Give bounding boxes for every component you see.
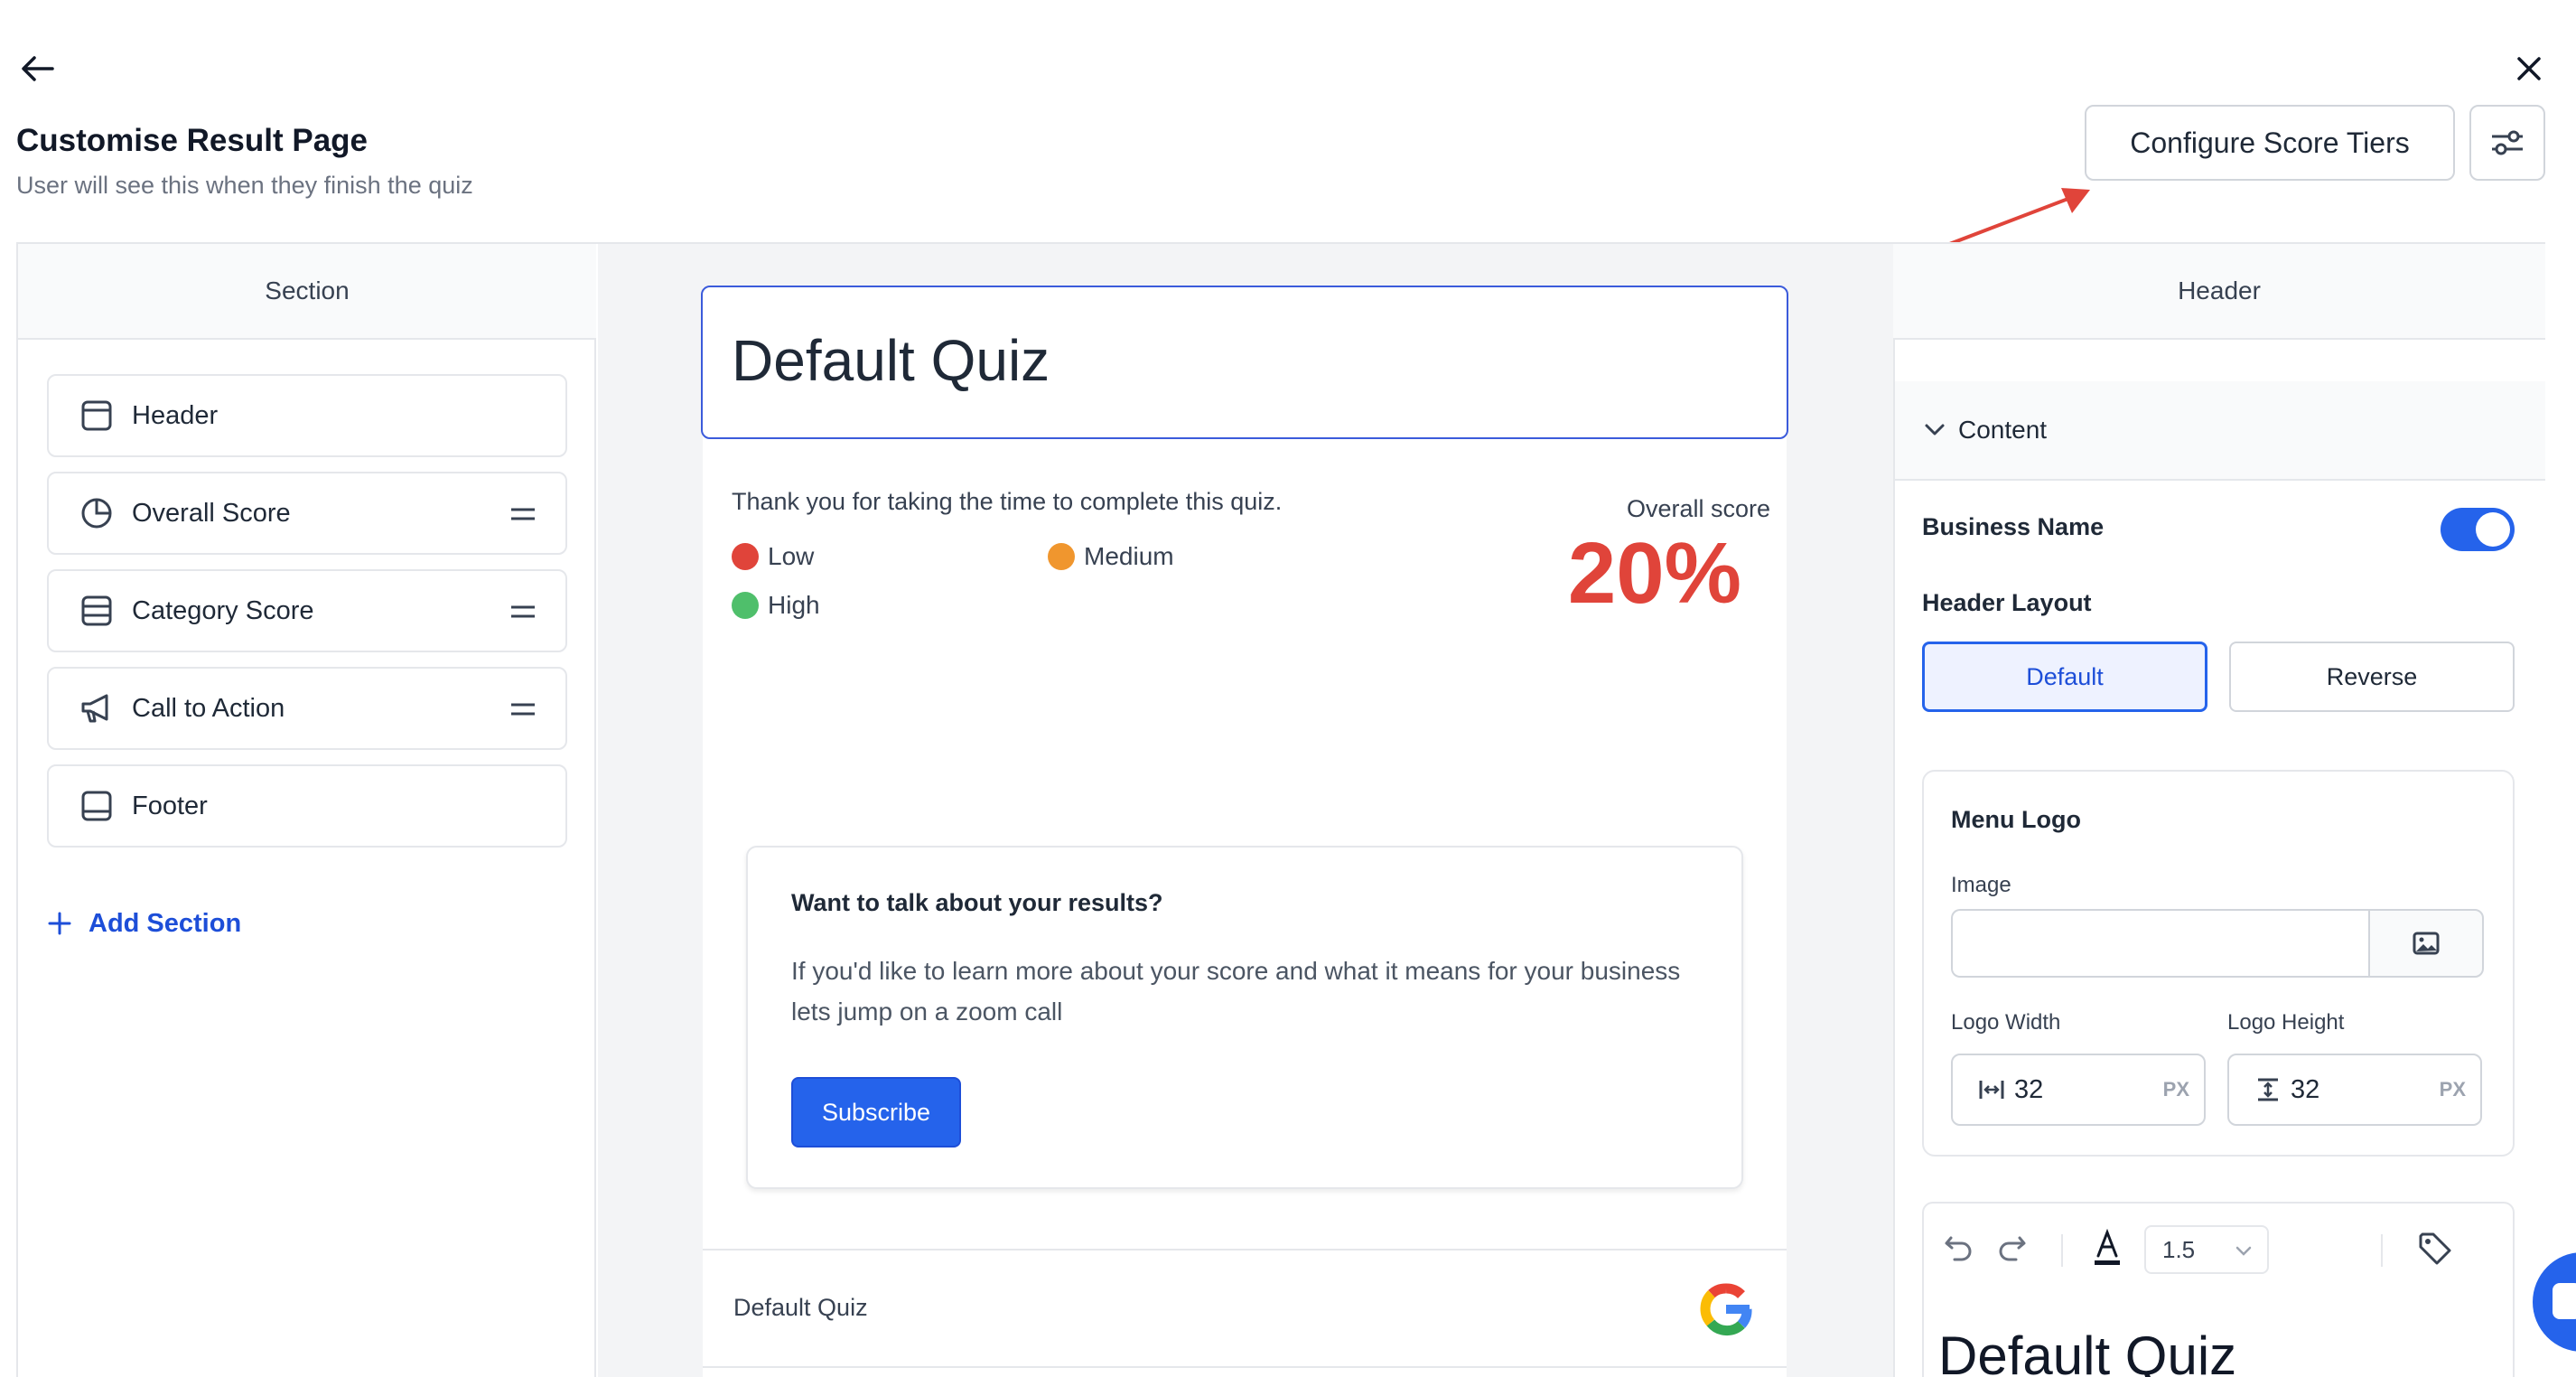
legend-label: High: [768, 591, 820, 619]
drag-handle-icon[interactable]: [509, 501, 537, 528]
section-item-overall-score[interactable]: Overall Score: [47, 472, 567, 555]
toolbar-separator: [2061, 1234, 2063, 1267]
settings-button[interactable]: [2469, 105, 2545, 181]
image-label: Image: [1951, 873, 2011, 897]
layout-rows-icon: [81, 595, 112, 626]
thank-you-text: Thank you for taking the time to complet…: [732, 488, 1283, 515]
logo-height-label: Logo Height: [2227, 1010, 2345, 1035]
back-button[interactable]: [14, 51, 61, 87]
megaphone-icon: [81, 694, 108, 723]
section-item-label: Overall Score: [132, 498, 291, 528]
line-height-select[interactable]: 1.5: [2144, 1225, 2269, 1274]
logo-height-input[interactable]: 32 PX: [2227, 1054, 2482, 1126]
section-item-footer[interactable]: Footer: [47, 764, 567, 848]
section-item-call-to-action[interactable]: Call to Action: [47, 667, 567, 750]
settings-panel-title: Header: [1893, 244, 2545, 340]
logo-width-input[interactable]: 32 PX: [1951, 1054, 2206, 1126]
add-section-label: Add Section: [89, 908, 242, 938]
logo-width-label: Logo Width: [1951, 1010, 2061, 1035]
legend-dot: [732, 543, 759, 570]
legend-label: Medium: [1084, 542, 1174, 570]
add-section-button[interactable]: Add Section: [47, 902, 241, 945]
layout-footer-icon: [81, 791, 112, 821]
overall-score-value: 20%: [1567, 525, 1741, 622]
section-item-header[interactable]: Header: [47, 374, 567, 457]
header-layout-label: Header Layout: [1922, 589, 2092, 616]
drag-handle-icon[interactable]: [509, 696, 537, 723]
unit-label: PX: [2439, 1078, 2466, 1101]
page-subtitle: User will see this when they finish the …: [16, 172, 473, 199]
tag-icon[interactable]: [2417, 1231, 2453, 1267]
layout-reverse-button[interactable]: Reverse: [2229, 642, 2515, 712]
chevron-down-icon: [2235, 1246, 2252, 1256]
close-icon: [2517, 57, 2541, 80]
section-item-label: Call to Action: [132, 693, 285, 723]
layout-header-icon: [81, 400, 112, 431]
chevron-down-icon: [1925, 424, 1945, 436]
toggle-knob: [2476, 512, 2510, 547]
content-label: Content: [1958, 416, 2048, 444]
cta-title: Want to talk about your results?: [791, 889, 1163, 916]
text-color-icon[interactable]: [2092, 1229, 2123, 1267]
chat-icon: [2553, 1283, 2576, 1319]
logo-width-value: 32: [2014, 1074, 2044, 1104]
google-icon: [1700, 1283, 1752, 1336]
line-height-value: 1.5: [2162, 1235, 2196, 1263]
logo-height-value: 32: [2291, 1074, 2320, 1104]
pie-chart-icon: [81, 498, 112, 529]
quiz-title: Default Quiz: [732, 328, 1050, 393]
section-panel-title: Section: [18, 244, 596, 340]
sliders-icon: [2492, 130, 2523, 155]
legend-high: High: [732, 591, 820, 620]
legend-medium: Medium: [1048, 542, 1174, 571]
legend-dot: [1048, 543, 1075, 570]
legend-low: Low: [732, 542, 814, 571]
preview-canvas: [703, 287, 1787, 1377]
legend-label: Low: [768, 542, 815, 570]
section-item-label: Header: [132, 400, 219, 430]
close-button[interactable]: [2504, 49, 2554, 89]
subscribe-button[interactable]: Subscribe: [791, 1077, 961, 1148]
plus-icon: [48, 912, 71, 935]
width-icon: [1979, 1081, 2004, 1099]
section-item-label: Category Score: [132, 595, 314, 625]
drag-handle-icon[interactable]: [509, 598, 537, 625]
section-item-category-score[interactable]: Category Score: [47, 569, 567, 652]
image-icon: [2413, 932, 2440, 955]
undo-icon[interactable]: [1944, 1234, 1974, 1261]
legend-dot: [732, 592, 759, 619]
toolbar-separator: [2381, 1234, 2383, 1267]
height-icon: [2258, 1078, 2278, 1101]
cta-body: If you'd like to learn more about your s…: [791, 957, 1681, 1026]
editor-content[interactable]: Default Quiz: [1938, 1325, 2236, 1377]
layout-default-button[interactable]: Default: [1922, 642, 2207, 712]
overall-score-label: Overall score: [1626, 495, 1770, 522]
business-name-toggle[interactable]: [2441, 508, 2515, 551]
image-url-input[interactable]: [1951, 909, 2372, 978]
arrow-left-icon: [22, 56, 54, 81]
section-item-label: Footer: [132, 791, 208, 820]
business-name-label: Business Name: [1922, 513, 2105, 540]
page-title: Customise Result Page: [16, 123, 368, 158]
image-picker-button[interactable]: [2368, 909, 2484, 978]
footer-text: Default Quiz: [733, 1294, 868, 1321]
menu-logo-title: Menu Logo: [1951, 806, 2081, 833]
configure-score-tiers-button[interactable]: Configure Score Tiers: [2085, 105, 2455, 181]
unit-label: PX: [2162, 1078, 2189, 1101]
content-accordion[interactable]: Content: [1895, 381, 2545, 481]
redo-icon[interactable]: [1996, 1234, 2027, 1261]
